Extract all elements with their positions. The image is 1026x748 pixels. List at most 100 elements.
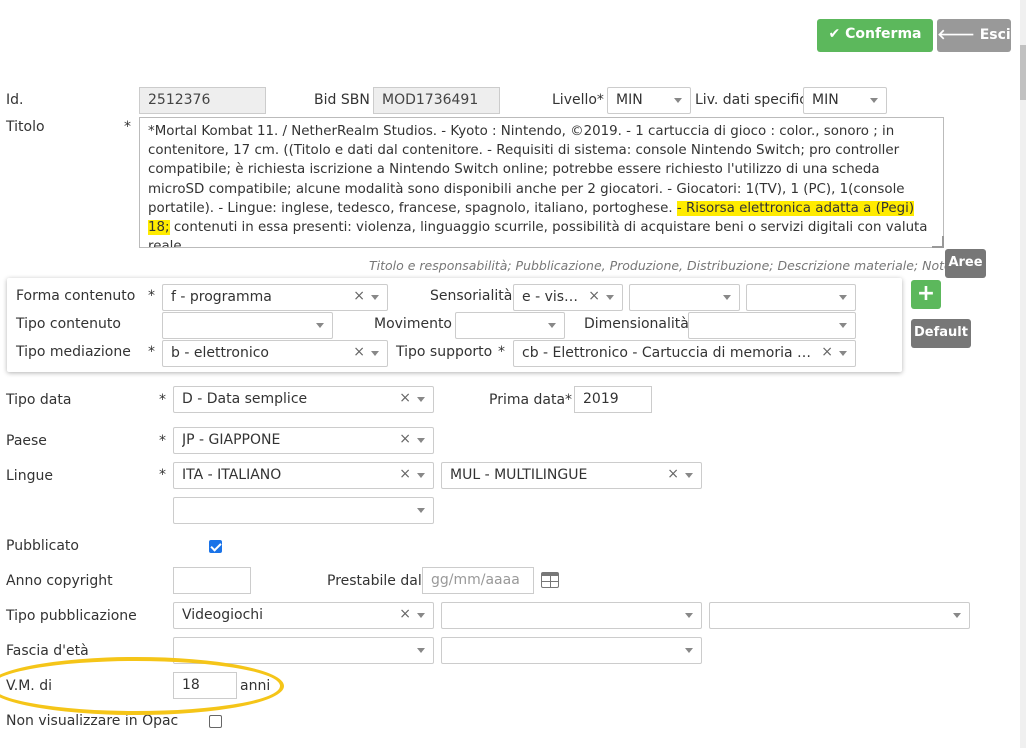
lingue-label: Lingue xyxy=(6,468,53,484)
titolo-hint: Titolo e responsabilità; Pubblicazione, … xyxy=(369,258,952,273)
scrollbar-track[interactable] xyxy=(1020,0,1026,748)
tipopub-value: Videogiochi xyxy=(182,607,264,623)
pubblicato-checkbox[interactable] xyxy=(209,540,222,553)
exit-label: Esci xyxy=(979,27,1011,43)
tipodata-select[interactable]: D - Data semplice × xyxy=(173,386,434,413)
plus-icon: + xyxy=(916,281,936,306)
opac-checkbox[interactable] xyxy=(209,715,222,728)
scrollbar-thumb[interactable] xyxy=(1020,45,1026,100)
calendar-icon[interactable] xyxy=(541,572,559,588)
forma-label: Forma contenuto xyxy=(16,288,136,304)
annotation-ellipse xyxy=(0,657,284,715)
lingua1-value: ITA - ITALIANO xyxy=(182,467,282,483)
livdati-select[interactable]: MIN xyxy=(803,87,887,114)
clear-icon[interactable]: × xyxy=(399,466,411,482)
add-button[interactable]: + xyxy=(911,280,941,309)
tipopub-select-3[interactable] xyxy=(709,602,970,629)
bid-field: MOD1736491 xyxy=(373,87,500,114)
required-mark: * xyxy=(159,392,166,408)
default-button[interactable]: Default xyxy=(911,319,971,348)
chevron-down-icon xyxy=(839,323,847,328)
chevron-down-icon xyxy=(723,295,731,300)
primadata-label: Prima data* xyxy=(489,392,573,408)
required-mark: * xyxy=(148,344,155,360)
clear-icon[interactable]: × xyxy=(399,390,411,406)
chevron-down-icon xyxy=(685,473,693,478)
chevron-down-icon xyxy=(839,295,847,300)
titolo-label: Titolo xyxy=(6,119,45,135)
tipodata-label: Tipo data xyxy=(6,392,72,408)
resize-handle-icon[interactable] xyxy=(932,236,944,248)
tipopub-select-2[interactable] xyxy=(441,602,702,629)
paese-select[interactable]: JP - GIAPPONE × xyxy=(173,427,434,454)
clear-icon[interactable]: × xyxy=(399,606,411,622)
opac-label: Non visualizzare in Opac xyxy=(6,713,179,729)
primadata-input[interactable]: 2019 xyxy=(574,386,652,413)
prestabile-input[interactable]: gg/mm/aaaa xyxy=(422,567,534,594)
med-value: b - elettronico xyxy=(171,345,269,361)
livdati-value: MIN xyxy=(812,92,839,108)
paese-value: JP - GIAPPONE xyxy=(182,432,281,448)
chevron-down-icon xyxy=(548,323,556,328)
livello-select[interactable]: MIN xyxy=(607,87,691,114)
supp-value: cb - Elettronico - Cartuccia di memoria … xyxy=(522,345,813,361)
arrow-left-icon: 🡐 xyxy=(937,27,975,43)
required-mark: * xyxy=(159,433,166,449)
pubblicato-label: Pubblicato xyxy=(6,538,79,554)
chevron-down-icon xyxy=(953,613,961,618)
clear-icon[interactable]: × xyxy=(588,288,600,304)
chevron-down-icon xyxy=(870,98,878,103)
livello-label: Livello* xyxy=(552,92,604,108)
supp-label: Tipo supporto xyxy=(396,344,493,360)
chevron-down-icon xyxy=(417,613,425,618)
chevron-down-icon xyxy=(839,351,847,356)
anno-input[interactable] xyxy=(173,567,251,594)
lingua-select-3[interactable] xyxy=(173,497,434,524)
med-select[interactable]: b - elettronico × xyxy=(162,340,388,367)
required-mark: * xyxy=(498,344,505,360)
aree-button[interactable]: Aree xyxy=(945,249,986,278)
chevron-down-icon xyxy=(685,613,693,618)
sens-value: e - visivo xyxy=(522,289,580,305)
anno-label: Anno copyright xyxy=(6,573,113,589)
fascia-label: Fascia d'età xyxy=(6,643,89,659)
required-mark: * xyxy=(124,119,131,135)
exit-button[interactable]: 🡐 Esci xyxy=(937,19,1011,52)
med-label: Tipo mediazione xyxy=(16,344,131,360)
clear-icon[interactable]: × xyxy=(353,344,365,360)
required-mark: * xyxy=(159,467,166,483)
sens-select-1[interactable]: e - visivo × xyxy=(513,284,623,311)
check-icon: ✔ xyxy=(828,26,841,42)
confirm-button[interactable]: ✔ Conferma xyxy=(817,19,933,52)
bid-label: Bid SBN xyxy=(314,92,370,108)
confirm-label: Conferma xyxy=(845,26,922,42)
sens-label: Sensorialità xyxy=(430,288,513,304)
chevron-down-icon xyxy=(371,351,379,356)
lingua-select-1[interactable]: ITA - ITALIANO × xyxy=(173,462,434,489)
tipopub-label: Tipo pubblicazione xyxy=(6,608,137,624)
forma-select[interactable]: f - programma × xyxy=(162,284,388,311)
mov-select[interactable] xyxy=(455,312,565,339)
lingua2-value: MUL - MULTILINGUE xyxy=(450,467,588,483)
fascia-select-2[interactable] xyxy=(441,637,702,664)
chevron-down-icon xyxy=(417,438,425,443)
dim-select[interactable] xyxy=(688,312,856,339)
clear-icon[interactable]: × xyxy=(667,466,679,482)
tipodata-value: D - Data semplice xyxy=(182,391,308,407)
chevron-down-icon xyxy=(606,295,614,300)
supp-select[interactable]: cb - Elettronico - Cartuccia di memoria … xyxy=(513,340,856,367)
tipocont-label: Tipo contenuto xyxy=(16,316,121,332)
fascia-select-1[interactable] xyxy=(173,637,434,664)
tipocont-select[interactable] xyxy=(162,312,333,339)
paese-label: Paese xyxy=(6,433,47,449)
titolo-text-end: contenuti in essa presenti: violenza, li… xyxy=(148,220,928,248)
sens-select-3[interactable] xyxy=(746,284,856,311)
chevron-down-icon xyxy=(685,648,693,653)
titolo-textarea[interactable]: *Mortal Kombat 11. / NetherRealm Studios… xyxy=(139,117,944,248)
clear-icon[interactable]: × xyxy=(399,431,411,447)
clear-icon[interactable]: × xyxy=(353,288,365,304)
lingua-select-2[interactable]: MUL - MULTILINGUE × xyxy=(441,462,702,489)
clear-icon[interactable]: × xyxy=(821,344,833,360)
tipopub-select-1[interactable]: Videogiochi × xyxy=(173,602,434,629)
sens-select-2[interactable] xyxy=(629,284,740,311)
